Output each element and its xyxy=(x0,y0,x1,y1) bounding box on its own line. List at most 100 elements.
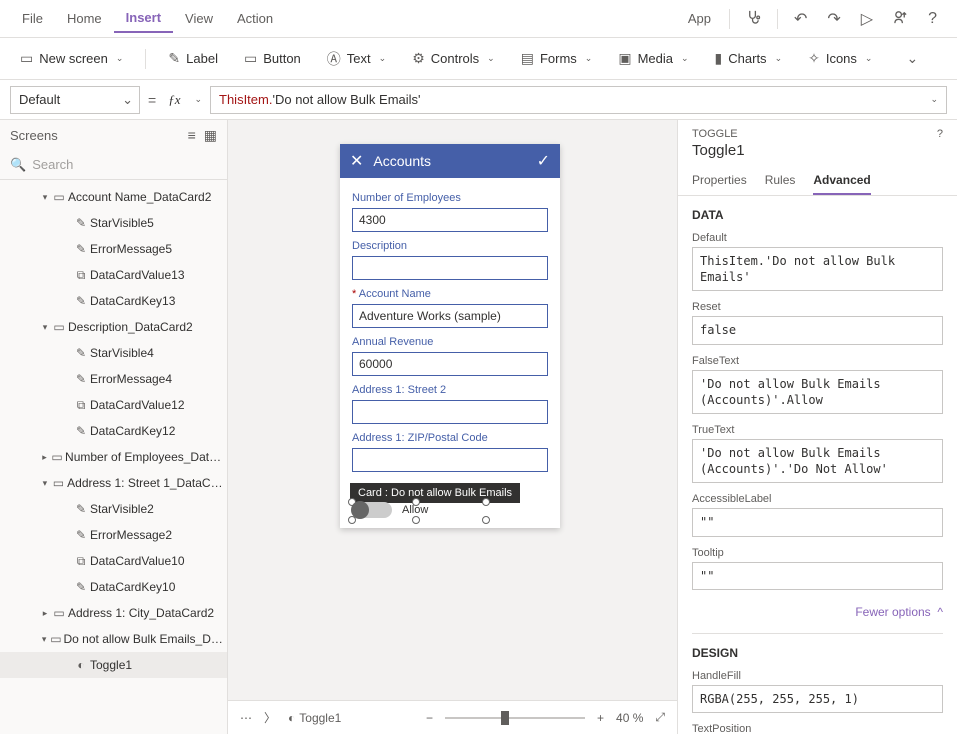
forms-label: Forms xyxy=(540,51,577,66)
field-input[interactable] xyxy=(352,304,548,328)
accessiblelabel-value[interactable]: "" xyxy=(692,508,943,536)
tree-node[interactable]: ⧉DataCardValue13 xyxy=(0,262,227,288)
stethoscope-icon[interactable] xyxy=(736,3,771,35)
status-bar: ⋯ 〉 ◐ Toggle1 − + 40 % ⤢ xyxy=(228,700,677,734)
controls-icon: ⚙ xyxy=(412,50,425,67)
textposition-label: TextPosition xyxy=(692,723,943,734)
field-label: Address 1: Street 2 xyxy=(352,384,548,396)
menu-view[interactable]: View xyxy=(173,5,225,32)
truetext-label: TrueText xyxy=(692,424,943,436)
tree-node[interactable]: ⧉DataCardValue10 xyxy=(0,548,227,574)
menu-home[interactable]: Home xyxy=(55,5,114,32)
reset-value[interactable]: false xyxy=(692,316,943,344)
undo-icon[interactable]: ↶ xyxy=(784,3,817,35)
breadcrumb[interactable]: ◐ Toggle1 xyxy=(288,711,341,725)
field-input[interactable] xyxy=(352,352,548,376)
text-button[interactable]: Ⓐ Text ⌄ xyxy=(317,44,396,74)
forms-icon: ▤ xyxy=(521,50,534,67)
grid-view-icon[interactable]: ▦ xyxy=(204,127,217,144)
tree-node[interactable]: ▾▭Do not allow Bulk Emails_DataCard xyxy=(0,626,227,652)
field-input[interactable] xyxy=(352,400,548,424)
equals-label: = xyxy=(148,92,156,108)
screen-icon: ▭ xyxy=(20,50,33,67)
media-button[interactable]: ▣ Media ⌄ xyxy=(608,45,698,72)
icons-label: Icons xyxy=(826,51,857,66)
property-selector[interactable]: Default xyxy=(10,86,140,114)
tree-node[interactable]: ▾▭Account Name_DataCard2 xyxy=(0,184,227,210)
menu-file[interactable]: File xyxy=(10,5,55,32)
redo-icon[interactable]: ↷ xyxy=(817,3,850,35)
zoom-in-icon[interactable]: + xyxy=(597,711,604,725)
field-input[interactable] xyxy=(352,208,548,232)
close-icon[interactable]: ✕ xyxy=(350,151,363,171)
tab-properties[interactable]: Properties xyxy=(692,167,747,195)
chevron-down-icon: ⌄ xyxy=(116,53,124,64)
media-label: Media xyxy=(638,51,673,66)
label-button[interactable]: ✎ Label xyxy=(158,45,228,72)
tree-node[interactable]: ▸▭Address 1: City_DataCard2 xyxy=(0,600,227,626)
tab-advanced[interactable]: Advanced xyxy=(813,167,870,195)
list-view-icon[interactable]: ≡ xyxy=(188,127,196,143)
handlefill-value[interactable]: RGBA(255, 255, 255, 1) xyxy=(692,685,943,713)
tree-node[interactable]: ✎ErrorMessage4 xyxy=(0,366,227,392)
tree-node[interactable]: ✎ErrorMessage5 xyxy=(0,236,227,262)
zoom-out-icon[interactable]: − xyxy=(426,711,433,725)
tree-node[interactable]: ◐Toggle1 xyxy=(0,652,227,678)
button-text: Button xyxy=(263,51,301,66)
handlefill-label: HandleFill xyxy=(692,670,943,682)
ribbon: ▭ New screen ⌄ ✎ Label ▭ Button Ⓐ Text ⌄… xyxy=(0,38,957,80)
design-section-header: DESIGN xyxy=(692,646,943,660)
text-icon: Ⓐ xyxy=(327,49,341,69)
play-icon[interactable]: ▷ xyxy=(851,3,883,35)
charts-button[interactable]: ▮ Charts ⌄ xyxy=(705,45,793,72)
default-value[interactable]: ThisItem.'Do not allow Bulk Emails' xyxy=(692,247,943,291)
tree-node[interactable]: ✎StarVisible2 xyxy=(0,496,227,522)
help-icon[interactable]: ? xyxy=(937,128,943,140)
ribbon-expand[interactable]: ⌄ xyxy=(894,45,928,72)
falsetext-value[interactable]: 'Do not allow Bulk Emails (Accounts)'.Al… xyxy=(692,370,943,414)
tree-node[interactable]: ✎StarVisible5 xyxy=(0,210,227,236)
tree-node[interactable]: ✎DataCardKey10 xyxy=(0,574,227,600)
tree-node[interactable]: ▸▭Number of Employees_DataCard xyxy=(0,444,227,470)
formula-input[interactable]: ThisItem.'Do not allow Bulk Emails' ⌄ xyxy=(210,86,947,114)
fullscreen-icon[interactable]: ⤢ xyxy=(655,710,665,725)
more-icon[interactable]: ⋯ xyxy=(240,711,252,725)
help-icon[interactable]: ? xyxy=(918,4,947,34)
tree-node[interactable]: ▾▭Description_DataCard2 xyxy=(0,314,227,340)
tab-rules[interactable]: Rules xyxy=(765,167,796,195)
tree-node[interactable]: ✎StarVisible4 xyxy=(0,340,227,366)
tree-node[interactable]: ✎DataCardKey12 xyxy=(0,418,227,444)
chevron-down-icon[interactable]: ⌄ xyxy=(930,94,938,105)
tooltip-value[interactable]: "" xyxy=(692,562,943,590)
button-button[interactable]: ▭ Button xyxy=(234,45,311,72)
fewer-options-link[interactable]: Fewer options ^ xyxy=(855,605,943,619)
forms-button[interactable]: ▤ Forms ⌄ xyxy=(511,45,603,72)
toggle-control[interactable]: Allow xyxy=(352,502,548,518)
controls-button[interactable]: ⚙ Controls ⌄ xyxy=(402,45,505,72)
tree-node[interactable]: ⧉DataCardValue12 xyxy=(0,392,227,418)
fx-label: ƒx xyxy=(164,92,184,108)
truetext-value[interactable]: 'Do not allow Bulk Emails (Accounts)'.'D… xyxy=(692,439,943,483)
tree-node[interactable]: ▾▭Address 1: Street 1_DataCard xyxy=(0,470,227,496)
properties-panel: TOGGLE? Toggle1 Properties Rules Advance… xyxy=(677,120,957,734)
label-icon: ✎ xyxy=(168,50,180,67)
tooltip-label: Tooltip xyxy=(692,547,943,559)
accessiblelabel-label: AccessibleLabel xyxy=(692,493,943,505)
tree-node[interactable]: ✎DataCardKey13 xyxy=(0,288,227,314)
field-input[interactable] xyxy=(352,448,548,472)
menu-insert[interactable]: Insert xyxy=(114,4,173,33)
icons-button[interactable]: ✧ Icons ⌄ xyxy=(798,45,882,72)
text-label: Text xyxy=(347,51,371,66)
menu-app[interactable]: App xyxy=(676,5,723,32)
tree-node[interactable]: ✎ErrorMessage2 xyxy=(0,522,227,548)
search-input[interactable]: 🔍 Search xyxy=(0,150,227,180)
search-icon: 🔍 xyxy=(10,157,26,173)
phone-preview: ✕ Accounts ✓ Number of EmployeesDescript… xyxy=(340,144,560,528)
new-screen-button[interactable]: ▭ New screen ⌄ xyxy=(10,45,133,72)
check-icon[interactable]: ✓ xyxy=(537,151,550,171)
field-input[interactable] xyxy=(352,256,548,280)
menu-bar: File Home Insert View Action App ↶ ↷ ▷ ? xyxy=(0,0,957,38)
share-icon[interactable] xyxy=(883,3,918,35)
zoom-slider[interactable] xyxy=(445,717,585,719)
menu-action[interactable]: Action xyxy=(225,5,285,32)
